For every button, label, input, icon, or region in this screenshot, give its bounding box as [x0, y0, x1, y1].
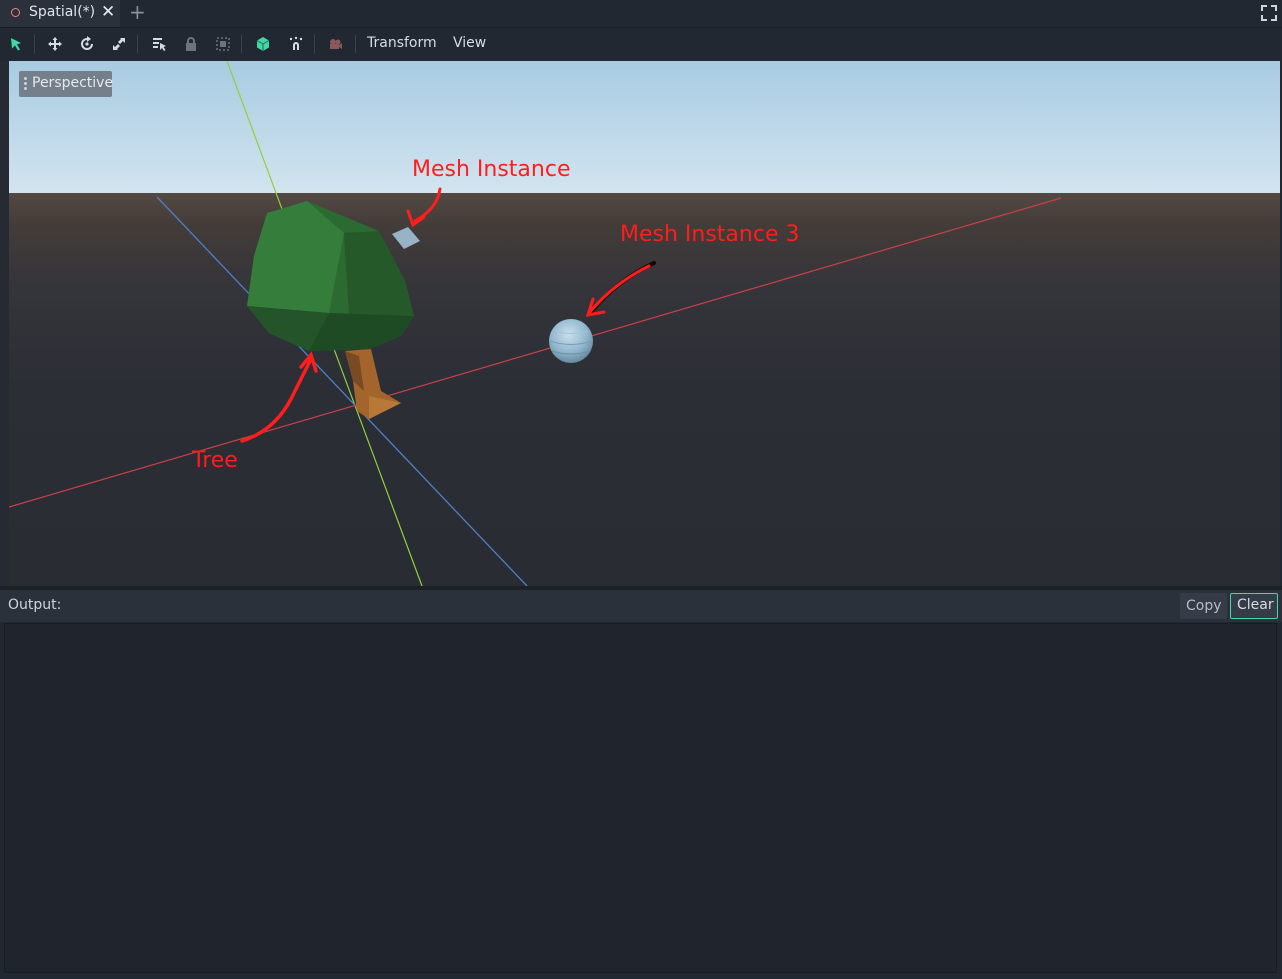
- output-label: Output:: [8, 597, 62, 613]
- ground: [9, 193, 1280, 586]
- clear-button[interactable]: Clear: [1230, 593, 1278, 619]
- move-tool-icon[interactable]: [47, 36, 63, 52]
- output-panel-header: Output: Copy Clear: [0, 590, 1282, 622]
- perspective-label: Perspective: [32, 75, 114, 91]
- output-log[interactable]: [4, 623, 1277, 973]
- lock-icon[interactable]: [183, 36, 199, 52]
- mesh-instance-3-sphere[interactable]: [549, 319, 593, 363]
- local-space-icon[interactable]: [255, 36, 271, 52]
- annotation-tree: Tree: [192, 448, 238, 473]
- scene-tab-bar: Spatial(*) ✕ +: [0, 0, 1282, 28]
- fullscreen-icon[interactable]: [1261, 5, 1277, 21]
- plus-icon[interactable]: +: [129, 0, 146, 24]
- toolbar-separator: [241, 35, 242, 53]
- snap-icon[interactable]: [288, 36, 304, 52]
- drag-handle-icon: [24, 77, 27, 91]
- annotation-mesh-instance: Mesh Instance: [412, 157, 571, 182]
- spatial-node-icon: [11, 8, 20, 17]
- editor-window: Spatial(*) ✕ + Transform View Perspectiv…: [0, 0, 1282, 979]
- view-menu[interactable]: View: [453, 35, 486, 51]
- viewport-toolbar: Transform View: [0, 28, 1282, 60]
- copy-button[interactable]: Copy: [1180, 593, 1227, 619]
- annotation-mesh-instance-3: Mesh Instance 3: [620, 222, 800, 247]
- scale-tool-icon[interactable]: [111, 36, 127, 52]
- close-icon[interactable]: ✕: [101, 2, 115, 22]
- transform-menu[interactable]: Transform: [367, 35, 437, 51]
- perspective-menu-button[interactable]: Perspective: [19, 71, 114, 97]
- 3d-viewport[interactable]: Perspective Mesh Instance Mesh Instance …: [9, 61, 1280, 586]
- rotate-tool-icon[interactable]: [79, 36, 95, 52]
- scene-render: [9, 61, 1280, 586]
- sky: [9, 61, 1280, 193]
- toolbar-separator: [137, 35, 138, 53]
- toolbar-separator: [34, 35, 35, 53]
- tab-title: Spatial(*): [29, 4, 96, 20]
- camera-icon[interactable]: [327, 36, 343, 52]
- list-select-icon[interactable]: [151, 36, 167, 52]
- viewport-left-edge: [0, 61, 9, 586]
- group-icon[interactable]: [215, 36, 231, 52]
- toolbar-separator: [355, 35, 356, 53]
- select-tool-icon[interactable]: [8, 36, 24, 52]
- toolbar-separator: [314, 35, 315, 53]
- tab-spatial[interactable]: Spatial(*) ✕: [0, 0, 120, 27]
